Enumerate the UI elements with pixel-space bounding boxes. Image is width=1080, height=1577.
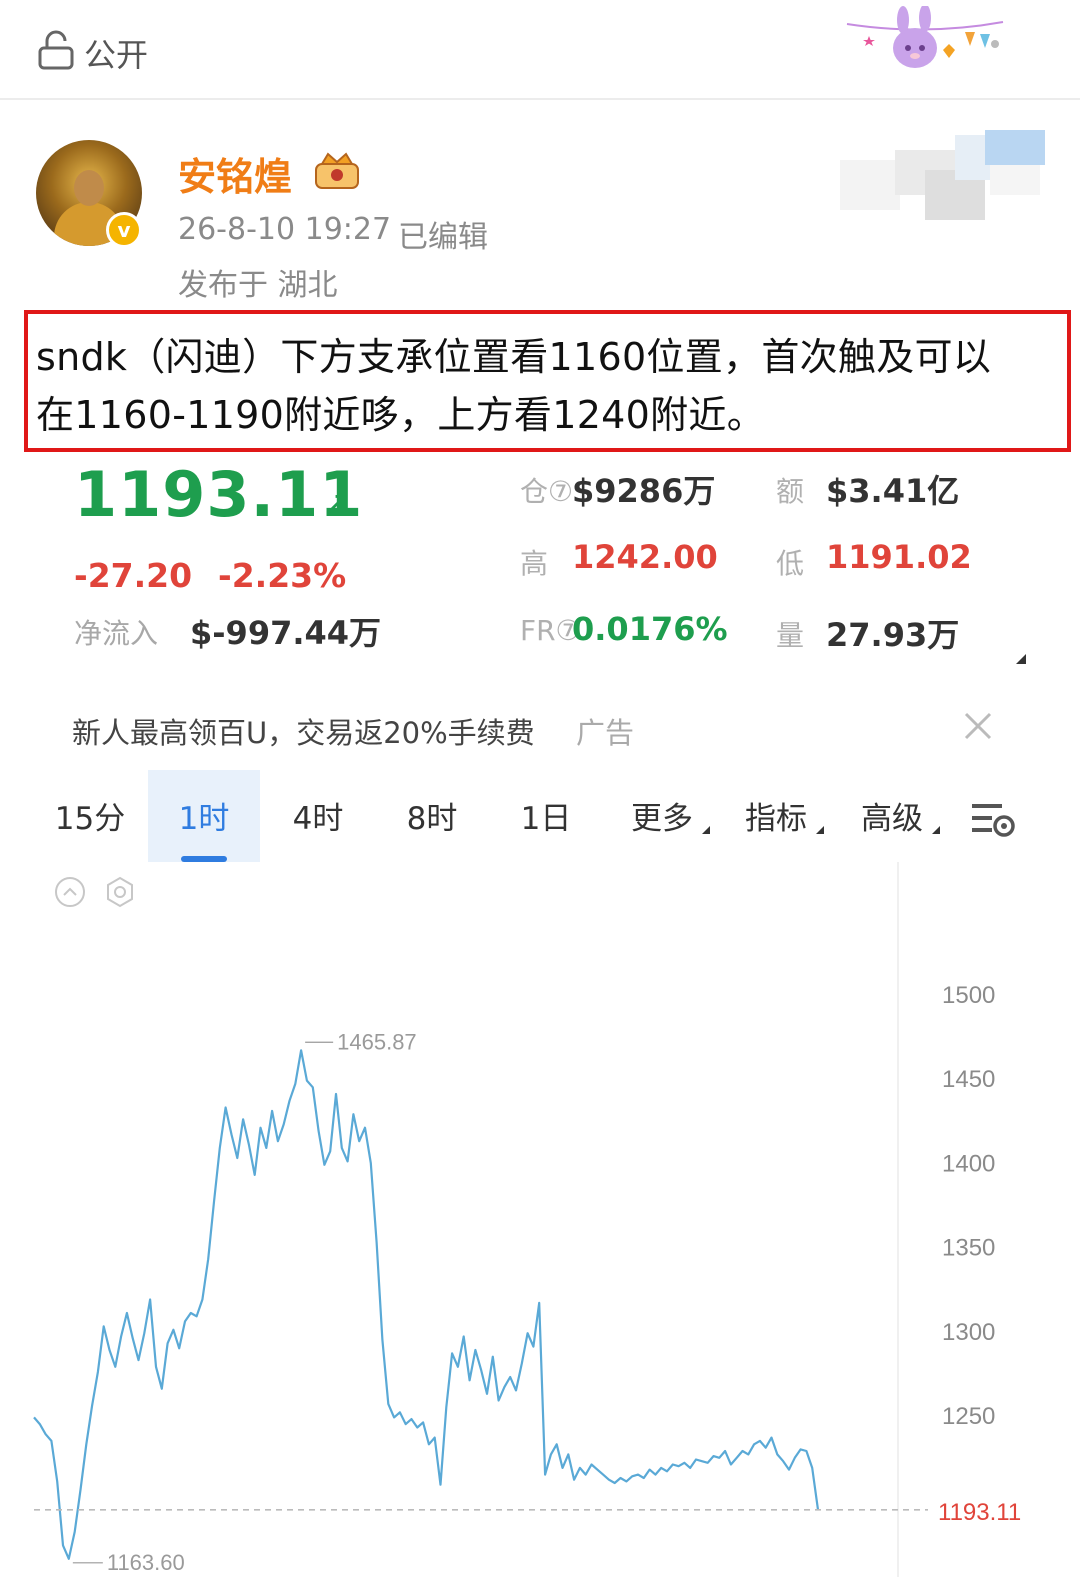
edited-label[interactable]: 已编辑 xyxy=(398,212,488,256)
tab-4h[interactable]: 4时 xyxy=(266,770,370,862)
price-line-chart[interactable]: 1500 1450 1400 1350 1300 1250 1193.11 1465.87 11… xyxy=(0,862,1080,1577)
ad-tag: 广告 xyxy=(576,716,635,750)
tab-1d[interactable]: 1日 xyxy=(494,770,598,862)
high-label: 高 xyxy=(520,547,549,580)
blurred-thumbnail xyxy=(840,130,1045,220)
tab-8h[interactable]: 8时 xyxy=(380,770,484,862)
verified-badge-icon: v xyxy=(106,212,142,248)
top-bar: 公开 xyxy=(0,0,1080,100)
post-text-line: sndk（闪迪）下方支承位置看1160位置，首次触及可以 xyxy=(36,335,992,379)
price-series-line xyxy=(33,1049,820,1560)
tab-15m[interactable]: 15分 xyxy=(38,770,142,862)
post-text-line: 在1160-1190附近哆，上方看1240附近。 xyxy=(36,393,766,437)
price-change-percent: -2.23% xyxy=(218,556,347,595)
low-value: 1191.02 xyxy=(826,538,972,576)
last-price: 1193.11 xyxy=(74,458,364,531)
low-label: 低 xyxy=(776,547,805,580)
last-price-label: 1193.11 xyxy=(938,1499,1021,1526)
high-value: 1242.00 xyxy=(572,538,718,576)
tab-indicators[interactable]: 指标 xyxy=(726,770,826,862)
y-tick-label: 1350 xyxy=(942,1235,995,1262)
open-interest-label[interactable]: 仓⑦ xyxy=(520,470,573,510)
y-tick-label: 1400 xyxy=(942,1150,995,1177)
crown-badge-icon xyxy=(315,152,359,189)
tab-more[interactable]: 更多 xyxy=(612,770,712,862)
low-value-label: 1163.60 xyxy=(107,1550,185,1575)
chart-settings-icon[interactable] xyxy=(970,800,1018,840)
visibility-label[interactable]: 公开 xyxy=(84,30,148,76)
ad-text[interactable]: 新人最高领百U，交易返20%手续费 xyxy=(72,710,535,752)
author-name[interactable]: 安铭煌 xyxy=(178,146,292,201)
close-icon[interactable] xyxy=(958,706,998,746)
timeframe-tabs: 15分 1时 4时 8时 1日 更多 指标 高级 xyxy=(0,770,1080,862)
y-tick-label: 1450 xyxy=(942,1066,995,1093)
chart-style-icon[interactable] xyxy=(104,876,136,908)
volume-value: 27.93万 xyxy=(826,616,960,654)
up-arrow-icon: ↗ xyxy=(322,484,351,524)
tab-advanced[interactable]: 高级 xyxy=(842,770,942,862)
net-inflow-value: $-997.44万 xyxy=(190,614,382,652)
y-tick-label: 1250 xyxy=(942,1403,995,1430)
expand-corner-icon[interactable] xyxy=(1016,654,1026,664)
funding-rate-value: 0.0176% xyxy=(572,610,728,648)
post-location: 发布于 湖北 xyxy=(178,268,338,303)
high-value-label: 1465.87 xyxy=(337,1029,417,1054)
dropdown-caret-icon xyxy=(816,826,824,834)
dropdown-caret-icon xyxy=(932,826,940,834)
collapse-icon[interactable] xyxy=(54,876,86,908)
net-inflow-label: 净流入 xyxy=(74,617,159,650)
turnover-label: 额 xyxy=(776,475,805,508)
turnover-value: $3.41亿 xyxy=(826,472,960,510)
dropdown-caret-icon xyxy=(702,826,710,834)
y-tick-label: 1500 xyxy=(942,982,995,1009)
post-content: sndk（闪迪）下方支承位置看1160位置，首次触及可以 在1160-1190附… xyxy=(24,310,1071,452)
volume-label: 量 xyxy=(776,619,805,652)
bunny-garland-decoration xyxy=(846,6,1004,68)
y-tick-label: 1300 xyxy=(942,1319,995,1346)
open-interest-value: $9286万 xyxy=(572,472,716,510)
price-change: -27.20 xyxy=(74,556,193,595)
post-timestamp: 26-8-10 19:27 xyxy=(178,212,392,247)
lock-icon[interactable] xyxy=(38,30,74,70)
tab-1h[interactable]: 1时 xyxy=(148,770,260,862)
